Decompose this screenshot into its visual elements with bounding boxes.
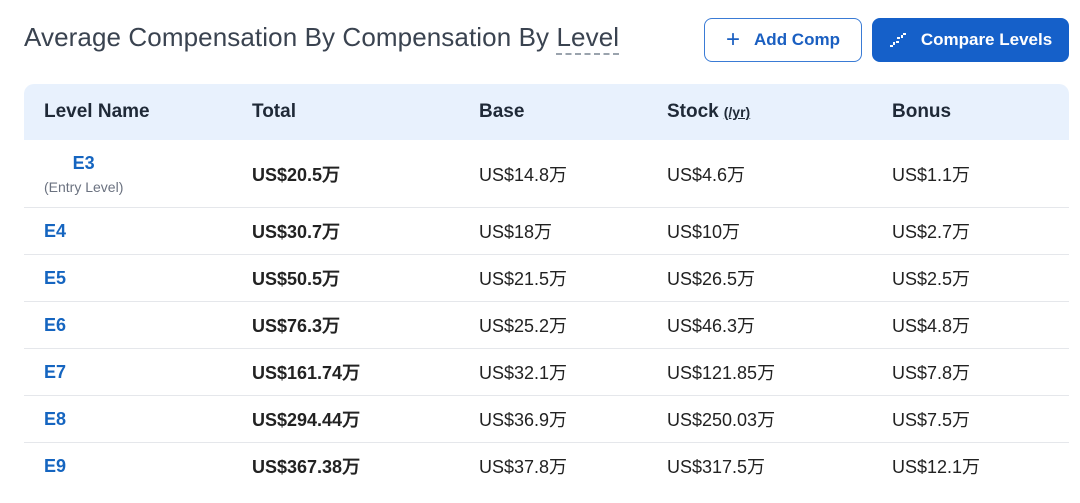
- col-bonus: Bonus: [892, 101, 952, 122]
- col-stock: Stock (/yr): [667, 84, 750, 140]
- level-cell: E4: [44, 208, 66, 254]
- title-level-selector[interactable]: Level: [556, 22, 620, 55]
- level-link[interactable]: E3: [73, 153, 95, 174]
- level-link[interactable]: E4: [44, 221, 66, 242]
- compare-levels-button[interactable]: Compare Levels: [872, 18, 1069, 62]
- level-link[interactable]: E9: [44, 456, 66, 477]
- level-link[interactable]: E8: [44, 409, 66, 430]
- base-cell: US$32.1万: [479, 363, 568, 383]
- base-cell: US$25.2万: [479, 316, 568, 336]
- level-cell: E9: [44, 443, 66, 489]
- base-cell: US$37.8万: [479, 457, 568, 477]
- col-base: Base: [479, 101, 525, 122]
- level-cell: E6: [44, 302, 66, 348]
- total-cell: US$50.5万: [252, 269, 341, 289]
- compare-levels-label: Compare Levels: [920, 30, 1053, 49]
- bonus-cell: US$1.1万: [892, 164, 971, 185]
- table-row: E5 US$50.5万 US$21.5万 US$26.5万 US$2.5万: [24, 255, 1069, 302]
- level-link[interactable]: E5: [44, 268, 66, 289]
- base-cell: US$21.5万: [479, 269, 568, 289]
- base-cell: US$36.9万: [479, 410, 568, 430]
- col-total: Total: [252, 101, 296, 122]
- bonus-cell: US$2.7万: [892, 222, 971, 242]
- title-prefix: Average Compensation By Compensation By: [24, 22, 557, 52]
- bonus-cell: US$7.8万: [892, 363, 971, 383]
- level-subtitle: (Entry Level): [44, 178, 124, 195]
- add-comp-label: Add Comp: [754, 30, 840, 49]
- stock-cell: US$26.5万: [667, 269, 756, 289]
- total-cell: US$161.74万: [252, 363, 361, 383]
- compensation-table: Level Name Total Base Stock (/yr) Bonus …: [24, 84, 1069, 489]
- base-cell: US$14.8万: [479, 164, 568, 185]
- table-row: E9 US$367.38万 US$37.8万 US$317.5万 US$12.1…: [24, 443, 1069, 489]
- stock-cell: US$4.6万: [667, 164, 746, 185]
- bonus-cell: US$7.5万: [892, 410, 971, 430]
- table-row: E7 US$161.74万 US$32.1万 US$121.85万 US$7.8…: [24, 349, 1069, 396]
- page: Average Compensation By Compensation By …: [0, 0, 1080, 503]
- col-stock-label: Stock: [667, 101, 719, 122]
- level-link[interactable]: E6: [44, 315, 66, 336]
- table-row: E6 US$76.3万 US$25.2万 US$46.3万 US$4.8万: [24, 302, 1069, 349]
- base-cell: US$18万: [479, 222, 553, 242]
- stock-cell: US$317.5万: [667, 457, 766, 477]
- table-row: E3 (Entry Level) US$20.5万 US$14.8万 US$4.…: [24, 140, 1069, 208]
- level-cell: E5: [44, 255, 66, 301]
- page-title: Average Compensation By Compensation By …: [24, 22, 620, 55]
- stock-cell: US$121.85万: [667, 363, 776, 383]
- total-cell: US$76.3万: [252, 316, 341, 336]
- total-cell: US$294.44万: [252, 410, 361, 430]
- table-header: Level Name Total Base Stock (/yr) Bonus: [24, 84, 1069, 140]
- stock-cell: US$10万: [667, 222, 741, 242]
- level-link[interactable]: E7: [44, 362, 66, 383]
- plus-icon: +: [726, 26, 741, 53]
- level-cell: E7: [44, 349, 66, 395]
- table-row: E4 US$30.7万 US$18万 US$10万 US$2.7万: [24, 208, 1069, 255]
- bonus-cell: US$2.5万: [892, 269, 971, 289]
- total-cell: US$367.38万: [252, 457, 361, 477]
- bonus-cell: US$4.8万: [892, 316, 971, 336]
- table-row: E8 US$294.44万 US$36.9万 US$250.03万 US$7.5…: [24, 396, 1069, 443]
- col-stock-unit[interactable]: (/yr): [724, 104, 750, 120]
- bonus-cell: US$12.1万: [892, 457, 981, 477]
- total-cell: US$30.7万: [252, 222, 341, 242]
- steps-icon: [889, 32, 909, 48]
- level-cell: E3 (Entry Level): [44, 140, 123, 207]
- col-level-name: Level Name: [44, 101, 150, 122]
- stock-cell: US$250.03万: [667, 410, 776, 430]
- stock-cell: US$46.3万: [667, 316, 756, 336]
- level-cell: E8: [44, 396, 66, 442]
- total-cell: US$20.5万: [252, 164, 341, 185]
- add-comp-button[interactable]: + Add Comp: [704, 18, 862, 62]
- header: Average Compensation By Compensation By …: [24, 18, 1069, 64]
